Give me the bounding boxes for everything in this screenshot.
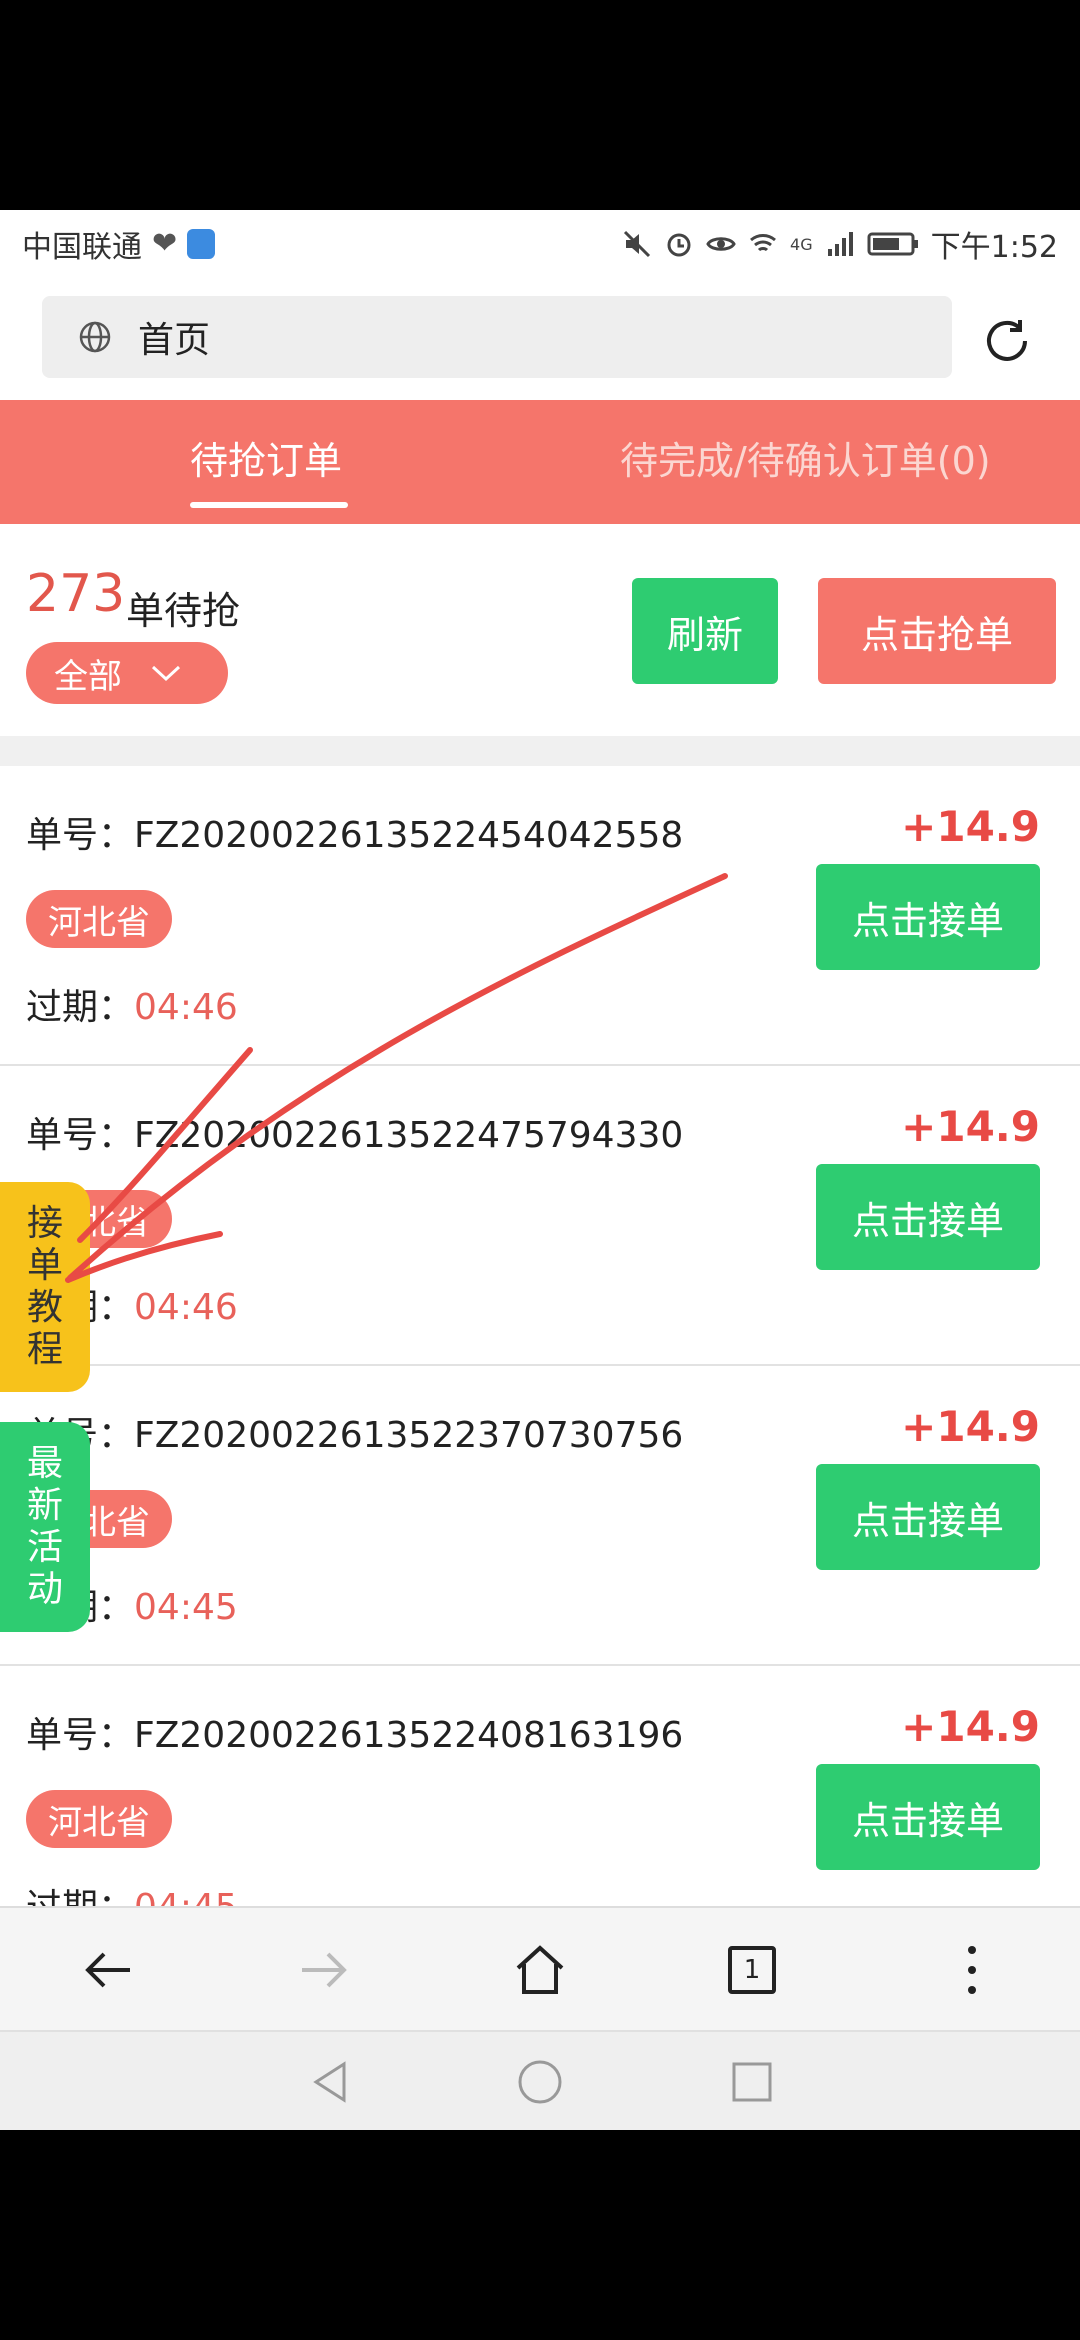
battery-icon — [867, 232, 918, 256]
order-item: 单号：FZ2020022613522475794330 +14.9 河北省 点击… — [0, 1066, 1080, 1366]
refresh-button[interactable]: 刷新 — [632, 578, 778, 684]
mute-icon — [623, 230, 651, 258]
heart-rate-icon: ❤ — [152, 226, 178, 261]
divider — [0, 736, 1080, 766]
order-number: 单号：FZ20200226135224540425​58 — [26, 815, 684, 856]
more-menu-icon[interactable] — [944, 1942, 1000, 1998]
browser-toolbar: 1 — [0, 1906, 1080, 2030]
order-number: 单号：FZ2020022613522475794330 — [26, 1115, 684, 1156]
expire-time: 过期：04:46 — [26, 987, 238, 1028]
events-side-tab[interactable]: 最 新 活 动 — [0, 1422, 90, 1632]
filter-value: 全部 — [54, 656, 122, 697]
alarm-icon — [667, 233, 691, 257]
signal-icon — [827, 232, 853, 256]
home-icon[interactable] — [512, 1942, 568, 1998]
accept-order-button[interactable]: 点击接单 — [816, 1164, 1040, 1270]
page-title: 首页 — [138, 320, 211, 361]
active-tab-indicator — [190, 502, 348, 508]
order-item: 单号：FZ2020022613522370730756 +14.9 河北省 点击… — [0, 1366, 1080, 1666]
forward-arrow-icon[interactable] — [296, 1942, 352, 1998]
order-tabs: 待抢订单 待完成/待确认订单(0) — [0, 400, 1080, 524]
shield-app-icon — [187, 229, 216, 259]
globe-icon — [79, 321, 111, 353]
eye-icon — [706, 237, 736, 251]
status-bar: 中国联通 ❤ 4G 下午1:52 — [0, 210, 1080, 274]
system-back-icon[interactable] — [306, 2058, 354, 2106]
order-price: +14.9 — [901, 1402, 1040, 1451]
pending-count: 273 — [26, 564, 126, 624]
tab-pending-complete[interactable]: 待完成/待确认订单(0) — [620, 430, 991, 485]
region-filter-dropdown[interactable]: 全部 — [26, 642, 228, 704]
order-number: 单号：FZ2020022613522408163196 — [26, 1715, 684, 1756]
pending-count-label: 单待抢 — [126, 589, 241, 633]
accept-order-button[interactable]: 点击接单 — [816, 1464, 1040, 1570]
phone-screen: 中国联通 ❤ 4G 下午1:52 首页 待抢订单 待完成/待确认订单(0) 27… — [0, 210, 1080, 2130]
province-badge: 河北省 — [26, 1790, 172, 1848]
tab-pending-grab[interactable]: 待抢订单 — [190, 430, 342, 485]
order-number: 单号：FZ2020022613522370730756 — [26, 1415, 684, 1456]
carrier-name: 中国联通 — [22, 230, 142, 265]
order-price: +14.9 — [901, 802, 1040, 851]
province-badge: 河北省 — [26, 890, 172, 948]
order-price: +14.9 — [901, 1702, 1040, 1751]
system-home-icon[interactable] — [516, 2058, 564, 2106]
address-bar[interactable]: 首页 — [42, 296, 952, 378]
summary-panel: 273 单待抢 全部 刷新 点击抢单 — [0, 524, 1080, 736]
system-nav-bar — [0, 2030, 1080, 2130]
clock: 下午1:52 — [930, 230, 1058, 265]
wifi-icon — [750, 234, 777, 252]
chevron-down-icon — [151, 665, 181, 682]
accept-order-button[interactable]: 点击接单 — [816, 864, 1040, 970]
order-price: +14.9 — [901, 1102, 1040, 1151]
order-item: 单号：FZ20200226135224540425​58 +14.9 河北省 点… — [0, 766, 1080, 1066]
reload-icon[interactable] — [980, 314, 1034, 368]
system-recents-icon[interactable] — [728, 2058, 776, 2106]
accept-order-button[interactable]: 点击接单 — [816, 1764, 1040, 1870]
tutorial-side-tab[interactable]: 接 单 教 程 — [0, 1182, 90, 1392]
network-type: 4G — [790, 234, 813, 254]
order-list: 单号：FZ20200226135224540425​58 +14.9 河北省 点… — [0, 766, 1080, 1966]
grab-order-button[interactable]: 点击抢单 — [818, 578, 1056, 684]
tabs-count-button[interactable]: 1 — [728, 1946, 776, 1994]
back-arrow-icon[interactable] — [80, 1942, 136, 1998]
